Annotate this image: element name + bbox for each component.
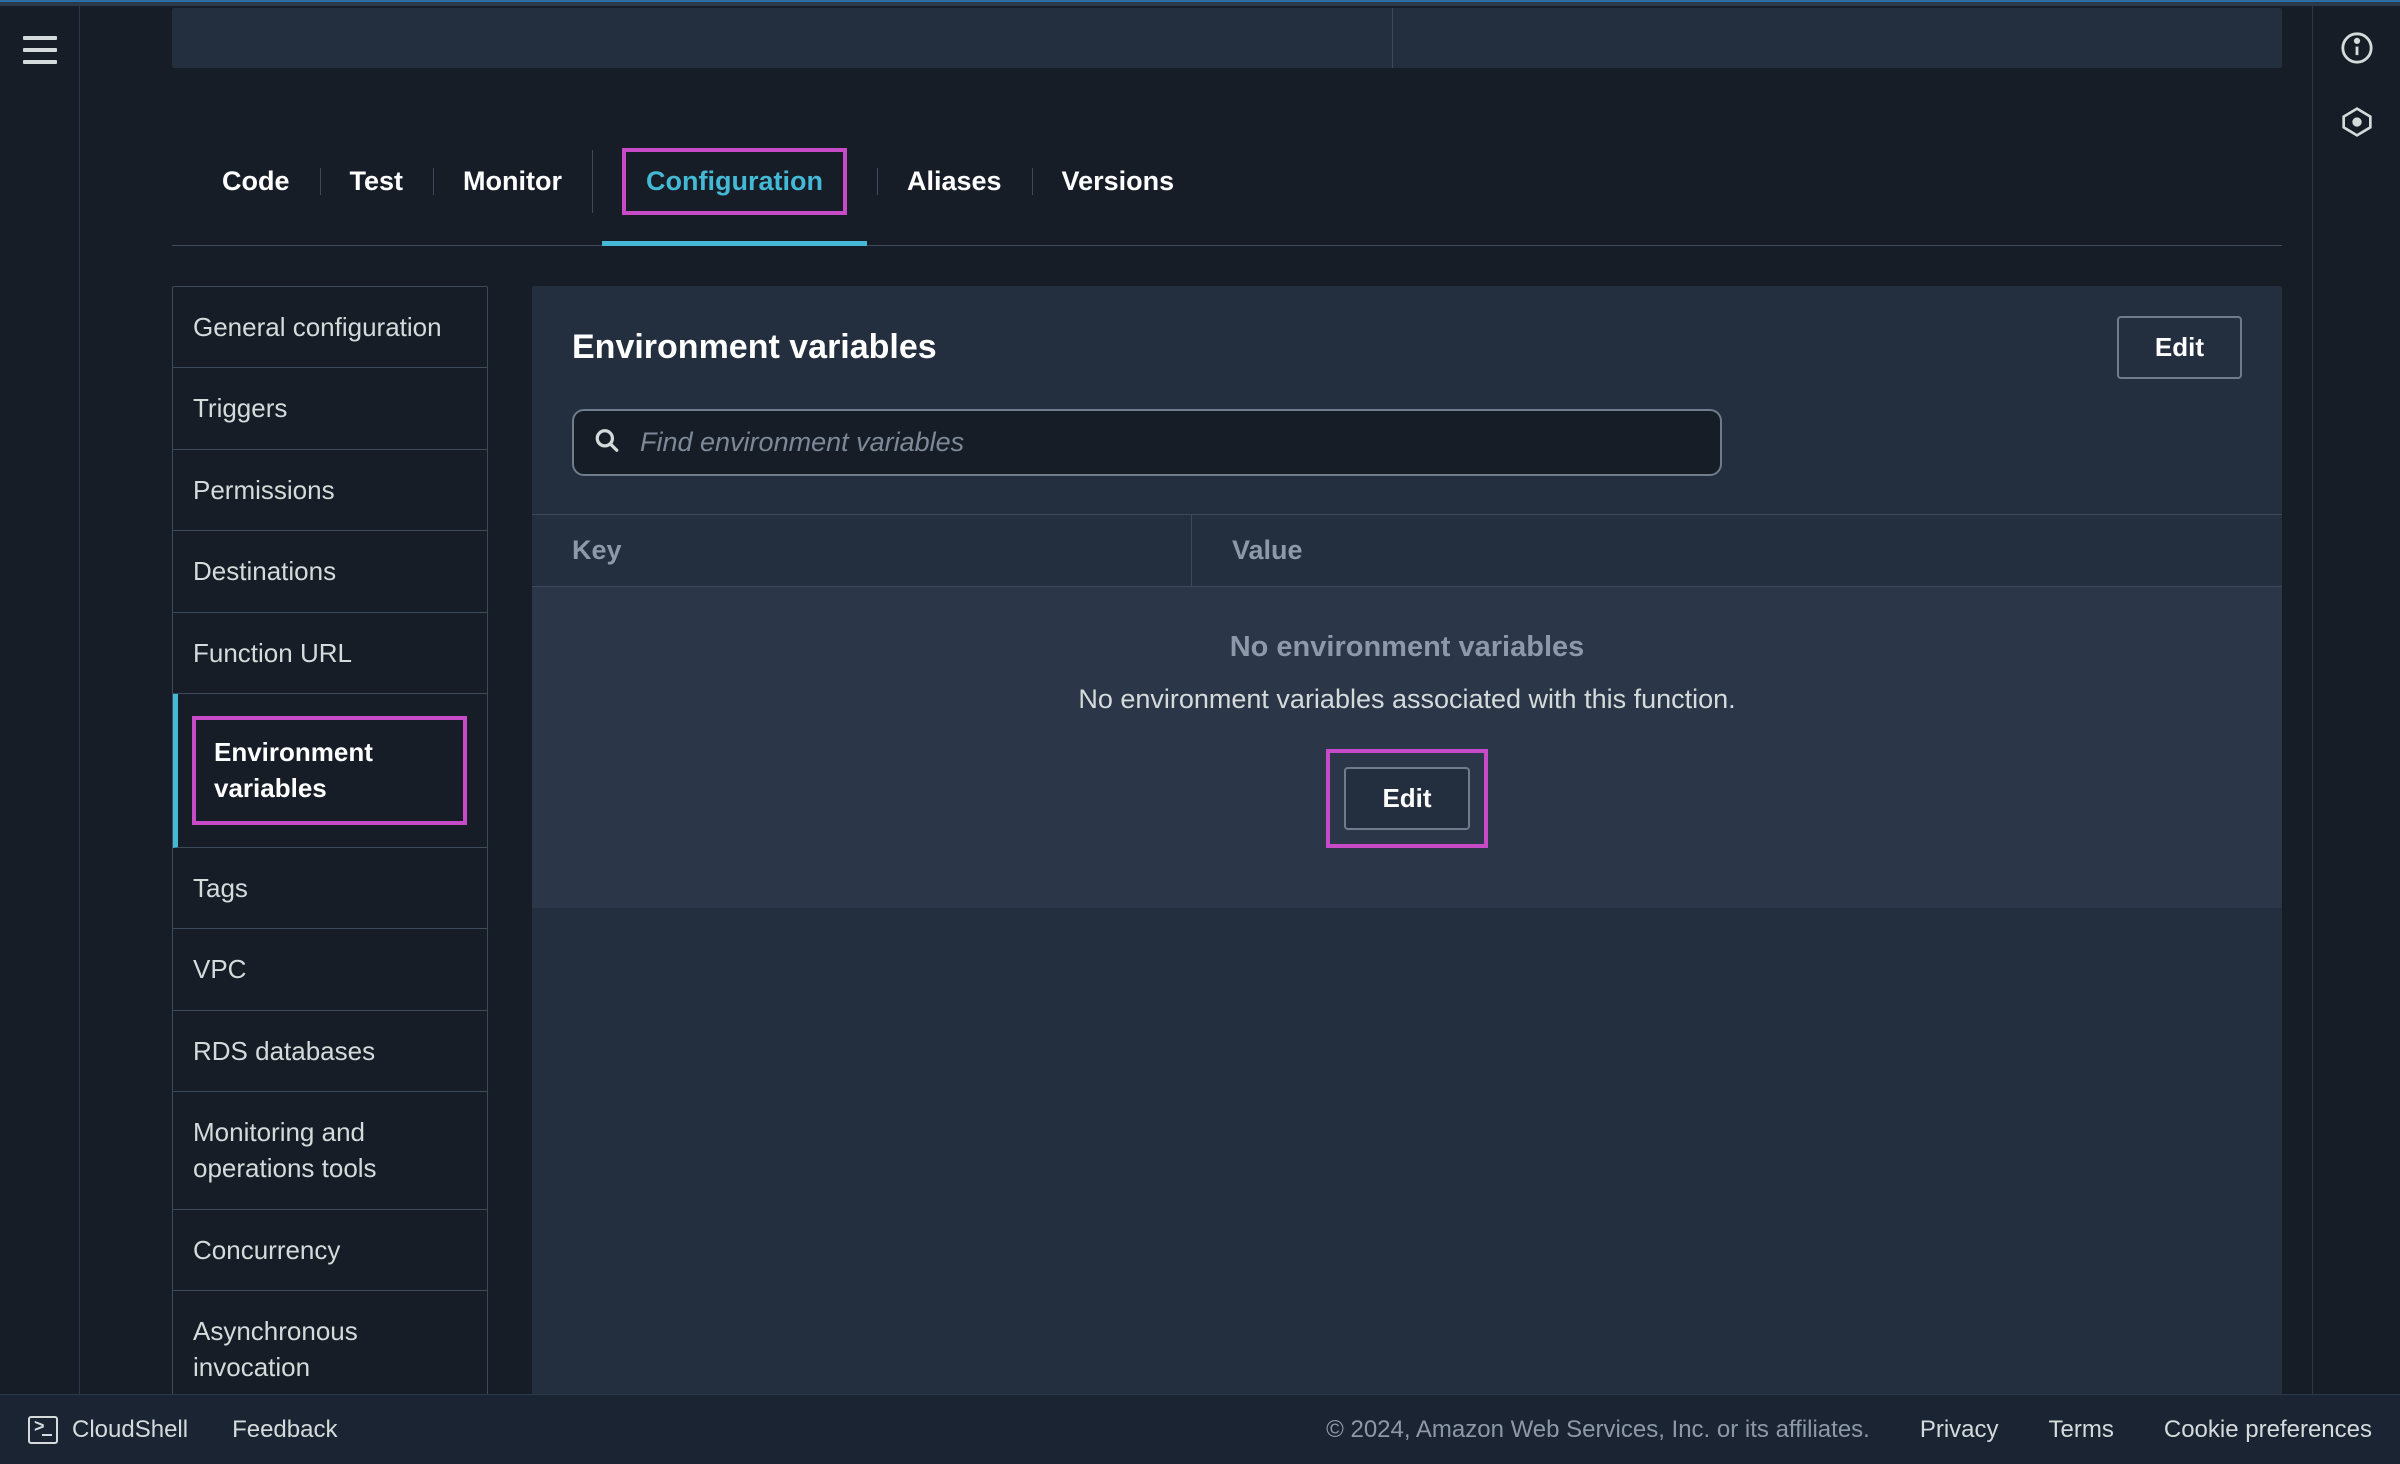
tab-monitor[interactable]: Monitor: [433, 136, 592, 227]
info-icon[interactable]: [2339, 30, 2375, 66]
sidebar-item-rds-databases[interactable]: RDS databases: [173, 1011, 487, 1092]
env-vars-table-header: Key Value: [532, 514, 2282, 587]
security-icon[interactable]: [2339, 104, 2375, 140]
tab-configuration[interactable]: Configuration: [592, 118, 877, 245]
sidebar-item-function-url[interactable]: Function URL: [173, 613, 487, 694]
cloudshell-button[interactable]: CloudShell: [28, 1416, 188, 1444]
sidebar-item-triggers[interactable]: Triggers: [173, 368, 487, 449]
empty-title: No environment variables: [572, 631, 2242, 664]
function-tabs: Code Test Monitor Configuration Aliases …: [172, 118, 2282, 246]
column-value[interactable]: Value: [1192, 515, 2282, 586]
panel-title: Environment variables: [572, 328, 937, 367]
cloudshell-icon: [28, 1416, 58, 1444]
edit-button[interactable]: Edit: [2117, 316, 2242, 379]
cookie-preferences-link[interactable]: Cookie preferences: [2164, 1416, 2372, 1444]
sidebar-item-async-invocation[interactable]: Asynchronous invocation: [173, 1291, 487, 1394]
column-key[interactable]: Key: [532, 515, 1192, 586]
right-rail: [2312, 6, 2400, 1394]
tab-test[interactable]: Test: [320, 136, 434, 227]
sidebar-item-tags[interactable]: Tags: [173, 848, 487, 929]
sidebar-item-vpc[interactable]: VPC: [173, 929, 487, 1010]
tab-aliases[interactable]: Aliases: [877, 136, 1032, 227]
main-content: Code Test Monitor Configuration Aliases …: [80, 6, 2312, 1394]
menu-toggle-icon[interactable]: [23, 36, 57, 64]
sidebar-item-permissions[interactable]: Permissions: [173, 450, 487, 531]
left-rail: [0, 6, 80, 1394]
sidebar-item-general-configuration[interactable]: General configuration: [173, 287, 487, 368]
env-vars-panel: Environment variables Edit Key Value: [532, 286, 2282, 1394]
config-side-nav: General configuration Triggers Permissio…: [172, 286, 488, 1394]
tab-versions[interactable]: Versions: [1032, 136, 1205, 227]
search-input[interactable]: [572, 409, 1722, 476]
search-icon: [594, 427, 620, 458]
empty-edit-button[interactable]: Edit: [1344, 767, 1469, 830]
privacy-link[interactable]: Privacy: [1920, 1416, 1999, 1444]
sidebar-item-destinations[interactable]: Destinations: [173, 531, 487, 612]
sidebar-item-environment-variables[interactable]: Environment variables: [173, 694, 487, 848]
function-header-bar: [172, 8, 2282, 68]
empty-state: No environment variables No environment …: [532, 587, 2282, 908]
terms-link[interactable]: Terms: [2049, 1416, 2114, 1444]
sidebar-item-monitoring-ops[interactable]: Monitoring and operations tools: [173, 1092, 487, 1210]
sidebar-item-concurrency[interactable]: Concurrency: [173, 1210, 487, 1291]
footer: CloudShell Feedback © 2024, Amazon Web S…: [0, 1394, 2400, 1464]
copyright-text: © 2024, Amazon Web Services, Inc. or its…: [1326, 1416, 1870, 1444]
empty-subtitle: No environment variables associated with…: [572, 684, 2242, 715]
tab-code[interactable]: Code: [192, 136, 320, 227]
feedback-link[interactable]: Feedback: [232, 1416, 337, 1444]
